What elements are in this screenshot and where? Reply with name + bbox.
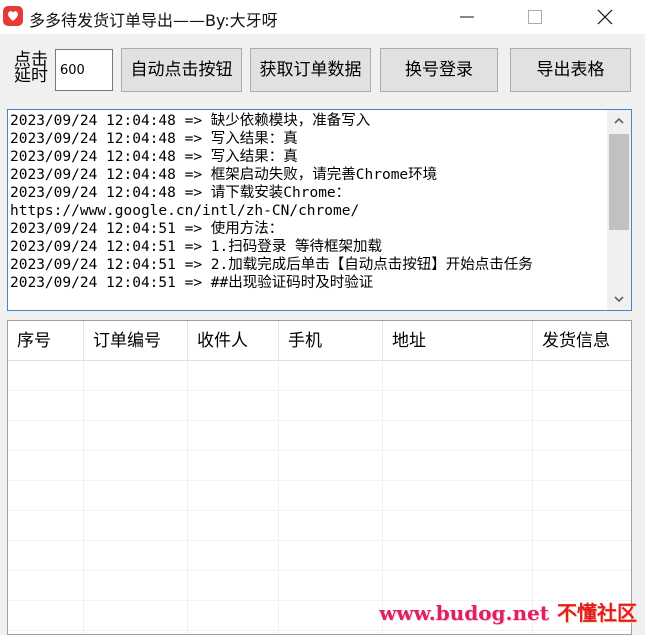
log-line: 2023/09/24 12:04:51 => ##出现验证码时及时验证: [10, 275, 374, 291]
maximize-icon: [528, 10, 542, 24]
log-line: 2023/09/24 12:04:51 => 1.扫码登录 等待框架加载: [10, 239, 382, 255]
main-panel: 点击延时 自动点击按钮 获取订单数据 换号登录 导出表格 2023/09/24 …: [0, 34, 645, 635]
column-header-order-number[interactable]: 订单编号: [84, 321, 188, 361]
watermark: www.budog.net 不懂社区: [379, 597, 637, 626]
maximize-button[interactable]: [505, 0, 565, 34]
log-line: 2023/09/24 12:04:48 => 写入结果：真: [10, 149, 298, 165]
log-output[interactable]: 2023/09/24 12:04:48 => 缺少依赖模块，准备写入 2023/…: [7, 109, 632, 311]
column-header-phone[interactable]: 手机: [279, 321, 383, 361]
log-line: 2023/09/24 12:04:51 => 2.加载完成后单击【自动点击按钮】…: [10, 257, 533, 273]
log-scrollbar[interactable]: [607, 110, 631, 310]
title-bar: 多多待发货订单导出——By:大牙呀: [0, 0, 645, 34]
table-row: [8, 451, 631, 481]
chevron-down-icon: [614, 296, 624, 303]
window-title: 多多待发货订单导出——By:大牙呀: [29, 11, 278, 30]
minimize-button[interactable]: [437, 0, 497, 34]
app-logo-icon: [3, 6, 23, 26]
fetch-orders-button[interactable]: 获取订单数据: [250, 48, 371, 92]
table-row: [8, 361, 631, 391]
watermark-url: www.budog.net: [379, 601, 549, 625]
column-header-shipping-info[interactable]: 发货信息: [533, 321, 631, 361]
switch-account-button[interactable]: 换号登录: [380, 48, 498, 92]
chevron-up-icon: [614, 117, 624, 124]
scroll-thumb[interactable]: [609, 134, 629, 230]
log-line: 2023/09/24 12:04:48 => 框架启动失败，请完善Chrome环…: [10, 167, 438, 183]
orders-table[interactable]: 序号 订单编号 收件人 手机 地址 发货信息: [7, 320, 632, 635]
auto-click-button[interactable]: 自动点击按钮: [121, 48, 242, 92]
scroll-down-button[interactable]: [607, 288, 631, 310]
log-line: 2023/09/24 12:04:48 => 写入结果：真: [10, 131, 298, 147]
log-line: 2023/09/24 12:04:51 => 使用方法：: [10, 221, 284, 237]
click-delay-label: 点击延时: [14, 50, 48, 86]
column-header-address[interactable]: 地址: [383, 321, 533, 361]
table-header: 序号 订单编号 收件人 手机 地址 发货信息: [8, 321, 631, 361]
log-lines: 2023/09/24 12:04:48 => 缺少依赖模块，准备写入 2023/…: [10, 112, 604, 292]
table-body: [8, 361, 631, 634]
column-header-recipient[interactable]: 收件人: [188, 321, 279, 361]
table-row: [8, 541, 631, 571]
close-icon: [597, 9, 613, 25]
minimize-icon: [460, 16, 474, 18]
log-line: https://www.google.cn/intl/zh-CN/chrome/: [10, 203, 360, 219]
table-row: [8, 391, 631, 421]
table-row: [8, 481, 631, 511]
export-table-button[interactable]: 导出表格: [510, 48, 631, 92]
click-delay-input[interactable]: [55, 49, 113, 91]
watermark-name: 不懂社区: [557, 601, 637, 625]
column-header-index[interactable]: 序号: [8, 321, 84, 361]
log-line: 2023/09/24 12:04:48 => 请下载安装Chrome：: [10, 185, 351, 201]
log-line: 2023/09/24 12:04:48 => 缺少依赖模块，准备写入: [10, 113, 371, 129]
table-row: [8, 511, 631, 541]
scroll-up-button[interactable]: [607, 110, 631, 132]
table-row: [8, 421, 631, 451]
close-button[interactable]: [575, 0, 635, 34]
